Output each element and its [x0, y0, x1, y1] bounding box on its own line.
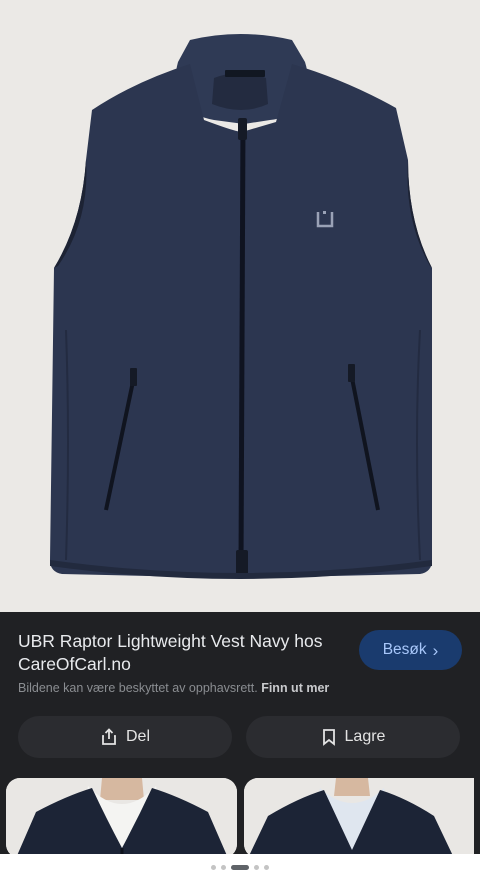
pagination-dot-active[interactable] [231, 865, 249, 870]
result-title[interactable]: UBR Raptor Lightweight Vest Navy hos Car… [18, 630, 348, 676]
learn-more-link[interactable]: Finn ut mer [261, 681, 329, 695]
save-button[interactable]: Lagre [246, 716, 460, 758]
pagination-dot[interactable] [264, 865, 269, 870]
copyright-notice: Bildene kan være beskyttet av opphavsret… [18, 681, 329, 695]
pagination-dots [0, 865, 480, 870]
vest-photo [50, 34, 432, 579]
image-details-panel: UBR Raptor Lightweight Vest Navy hos Car… [0, 612, 480, 854]
product-image[interactable] [0, 0, 480, 612]
bookmark-icon [321, 728, 337, 746]
related-photo [6, 778, 237, 854]
pagination-dot[interactable] [221, 865, 226, 870]
visit-label: Besøk [382, 641, 427, 658]
visit-button[interactable]: Besøk › [359, 630, 462, 670]
related-photo [244, 778, 474, 854]
share-icon [100, 728, 118, 746]
copyright-text: Bildene kan være beskyttet av opphavsret… [18, 681, 258, 695]
chevron-right-icon: › [432, 640, 439, 660]
pagination-dot[interactable] [254, 865, 259, 870]
share-button[interactable]: Del [18, 716, 232, 758]
related-image-thumbnail[interactable] [244, 778, 474, 854]
save-label: Lagre [344, 728, 386, 745]
related-image-thumbnail[interactable] [6, 778, 237, 854]
pagination-dot[interactable] [211, 865, 216, 870]
share-label: Del [125, 728, 150, 745]
pagination-bar [0, 854, 480, 884]
